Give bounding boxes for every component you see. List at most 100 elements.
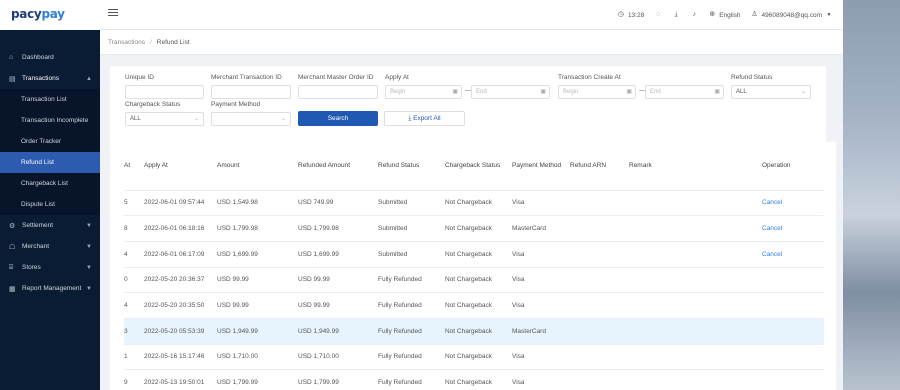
- cancel-link[interactable]: Cancel: [762, 199, 782, 206]
- tx-create-at-end-input[interactable]: End ▣: [645, 85, 724, 99]
- table-row[interactable]: 3 2022-05-20 05:53:39 USD 1,949.99 USD 1,94…: [124, 318, 824, 345]
- col-header[interactable]: Refund ARN: [570, 142, 629, 191]
- sidebar-item-transactions[interactable]: ▤ Transactions ▲: [0, 68, 100, 89]
- breadcrumb-parent[interactable]: Transactions: [108, 39, 145, 46]
- tx-create-at-filter: Transaction Create At Begin ▣ — End ▣: [558, 74, 724, 99]
- user-icon: ♙: [751, 11, 758, 18]
- table-cell: Visa: [512, 369, 570, 390]
- messages-button[interactable]: ◌: [654, 11, 662, 19]
- table-cell: 2022-05-20 20:36:37: [144, 267, 217, 294]
- table-cell: Fully Refunded: [378, 267, 445, 294]
- table-cell: [570, 215, 629, 242]
- export-all-button[interactable]: ⤓ Export All: [384, 111, 465, 126]
- table-cell: MasterCard: [512, 318, 570, 345]
- search-button[interactable]: Search: [298, 111, 378, 126]
- calendar-icon: ▣: [626, 89, 632, 95]
- table-cell: [629, 267, 762, 294]
- caret-down-icon: ▼: [826, 12, 832, 18]
- cancel-link[interactable]: Cancel: [762, 225, 782, 232]
- sidebar-item-report-management[interactable]: ▦ Report Management ▼: [0, 278, 100, 299]
- logo[interactable]: pacypay: [11, 7, 65, 21]
- col-header[interactable]: Refund Status: [378, 142, 445, 191]
- cancel-link[interactable]: Cancel: [762, 251, 782, 258]
- sidebar-item-refund-list[interactable]: Refund List: [0, 152, 100, 173]
- table-cell: Visa: [512, 292, 570, 319]
- sidebar-item-dashboard[interactable]: ⌂ Dashboard: [0, 47, 100, 68]
- merchant-master-order-id-filter: Merchant Master Order ID: [298, 74, 378, 99]
- table-row[interactable]: 4 2022-05-20 20:35:50 USD 99.99 USD 99.99 Fu…: [124, 292, 824, 319]
- sidebar-item-dispute-list[interactable]: Dispute List: [0, 194, 100, 215]
- clock-icon: ◷: [617, 11, 624, 18]
- col-header[interactable]: Operation: [762, 142, 824, 191]
- table-cell: Fully Refunded: [378, 369, 445, 390]
- sidebar-item-merchant[interactable]: ☖ Merchant ▼: [0, 236, 100, 257]
- table-cell: Cancel: [762, 215, 824, 242]
- merchant-master-order-id-input[interactable]: [298, 85, 378, 99]
- refund-status-select[interactable]: ALL ⌄: [731, 85, 811, 99]
- table-cell: USD 99.99: [298, 292, 378, 319]
- clock: ◷ 13:28: [617, 11, 645, 19]
- merchant-icon: ☖: [9, 243, 16, 251]
- breadcrumb: Transactions / Refund List: [100, 30, 843, 55]
- col-header[interactable]: Remark: [629, 142, 762, 191]
- settings-icon: ⚙: [9, 222, 16, 230]
- menu-toggle-icon[interactable]: [108, 9, 118, 19]
- table-cell: USD 1,710.00: [217, 344, 298, 371]
- table-cell: USD 99.99: [217, 292, 298, 319]
- col-header[interactable]: Payment Method: [512, 142, 570, 191]
- chevron-down-icon: ⌄: [280, 116, 286, 122]
- table-cell: USD 1,699.99: [298, 241, 378, 268]
- col-header[interactable]: Amount: [217, 142, 298, 191]
- table-row[interactable]: 4 2022-06-01 06:17:09 USD 1,699.99 USD 1,69…: [124, 241, 824, 268]
- table-cell: Submitted: [378, 215, 445, 242]
- sidebar-item-settlement[interactable]: ⚙ Settlement ▼: [0, 215, 100, 236]
- table-cell: Visa: [512, 267, 570, 294]
- table-cell: [629, 318, 762, 345]
- table-cell: [570, 190, 629, 217]
- chargeback-status-select[interactable]: ALL ⌄: [125, 112, 204, 126]
- table-cell: [762, 369, 824, 390]
- sidebar-item-stores[interactable]: ⌸ Stores ▼: [0, 257, 100, 278]
- table-row[interactable]: 0 2022-05-20 20:36:37 USD 99.99 USD 99.99 Fu…: [124, 267, 824, 294]
- table-cell: Submitted: [378, 190, 445, 217]
- merchant-tx-id-input[interactable]: [211, 85, 291, 99]
- table-cell: Fully Refunded: [378, 318, 445, 345]
- sidebar-item-order-tracker[interactable]: Order Tracker: [0, 131, 100, 152]
- chevron-down-icon: ⌄: [800, 89, 806, 95]
- user-menu[interactable]: ♙ 496089048@qq.com ▼: [751, 11, 833, 19]
- sidebar: ⌂ Dashboard ▤ Transactions ▲ Transaction Li…: [0, 30, 100, 390]
- table-cell: Cancel: [762, 241, 824, 268]
- col-header[interactable]: Chargeback Status: [445, 142, 512, 191]
- table-cell: USD 99.99: [298, 267, 378, 294]
- sidebar-item-chargeback-list[interactable]: Chargeback List: [0, 173, 100, 194]
- notification-button[interactable]: ♪: [690, 11, 698, 19]
- language-selector[interactable]: ⊕ English: [708, 11, 740, 19]
- calendar-icon: ▣: [714, 89, 720, 95]
- sidebar-item-transaction-list[interactable]: Transaction List: [0, 89, 100, 110]
- report-icon: ▦: [9, 285, 16, 293]
- table-cell: Visa: [512, 344, 570, 371]
- col-header[interactable]: Refunded Amount: [298, 142, 378, 191]
- payment-method-filter: Payment Method ⌄: [211, 101, 291, 126]
- table-cell: Not Chargeback: [445, 215, 512, 242]
- table-cell: 8: [124, 215, 144, 242]
- table-cell: USD 1,949.99: [217, 318, 298, 345]
- apply-at-end-input[interactable]: End ▣: [471, 85, 550, 99]
- table-cell: [762, 318, 824, 345]
- tx-create-at-begin-input[interactable]: Begin ▣: [558, 85, 636, 99]
- payment-method-select[interactable]: ⌄: [211, 112, 291, 126]
- table-row[interactable]: 1 2022-05-16 15:17:46 USD 1,710.00 USD 1,71…: [124, 344, 824, 371]
- table-cell: USD 1,710.00: [298, 344, 378, 371]
- download-button[interactable]: ⤓: [672, 11, 680, 19]
- col-header[interactable]: Apply At: [144, 142, 217, 191]
- unique-id-input[interactable]: [125, 85, 204, 99]
- sidebar-item-transaction-incomplete[interactable]: Transaction Incomplete: [0, 110, 100, 131]
- table-row[interactable]: 8 2022-06-01 06:18:16 USD 1,799.98 USD 1,79…: [124, 215, 824, 242]
- top-bar: pacypay ◷ 13:28 ◌ ⤓ ♪ ⊕ English ♙ 496089048…: [0, 0, 843, 30]
- table-row[interactable]: 9 2022-05-13 19:50:01 USD 1,799.99 USD 1,79…: [124, 369, 824, 390]
- table-row[interactable]: 5 2022-06-01 09:57:44 USD 1,549.98 USD 749.…: [124, 190, 824, 217]
- table-cell: [762, 344, 824, 371]
- calendar-icon: ▣: [452, 89, 458, 95]
- col-header[interactable]: At: [124, 142, 144, 191]
- apply-at-begin-input[interactable]: Begin ▣: [385, 85, 462, 99]
